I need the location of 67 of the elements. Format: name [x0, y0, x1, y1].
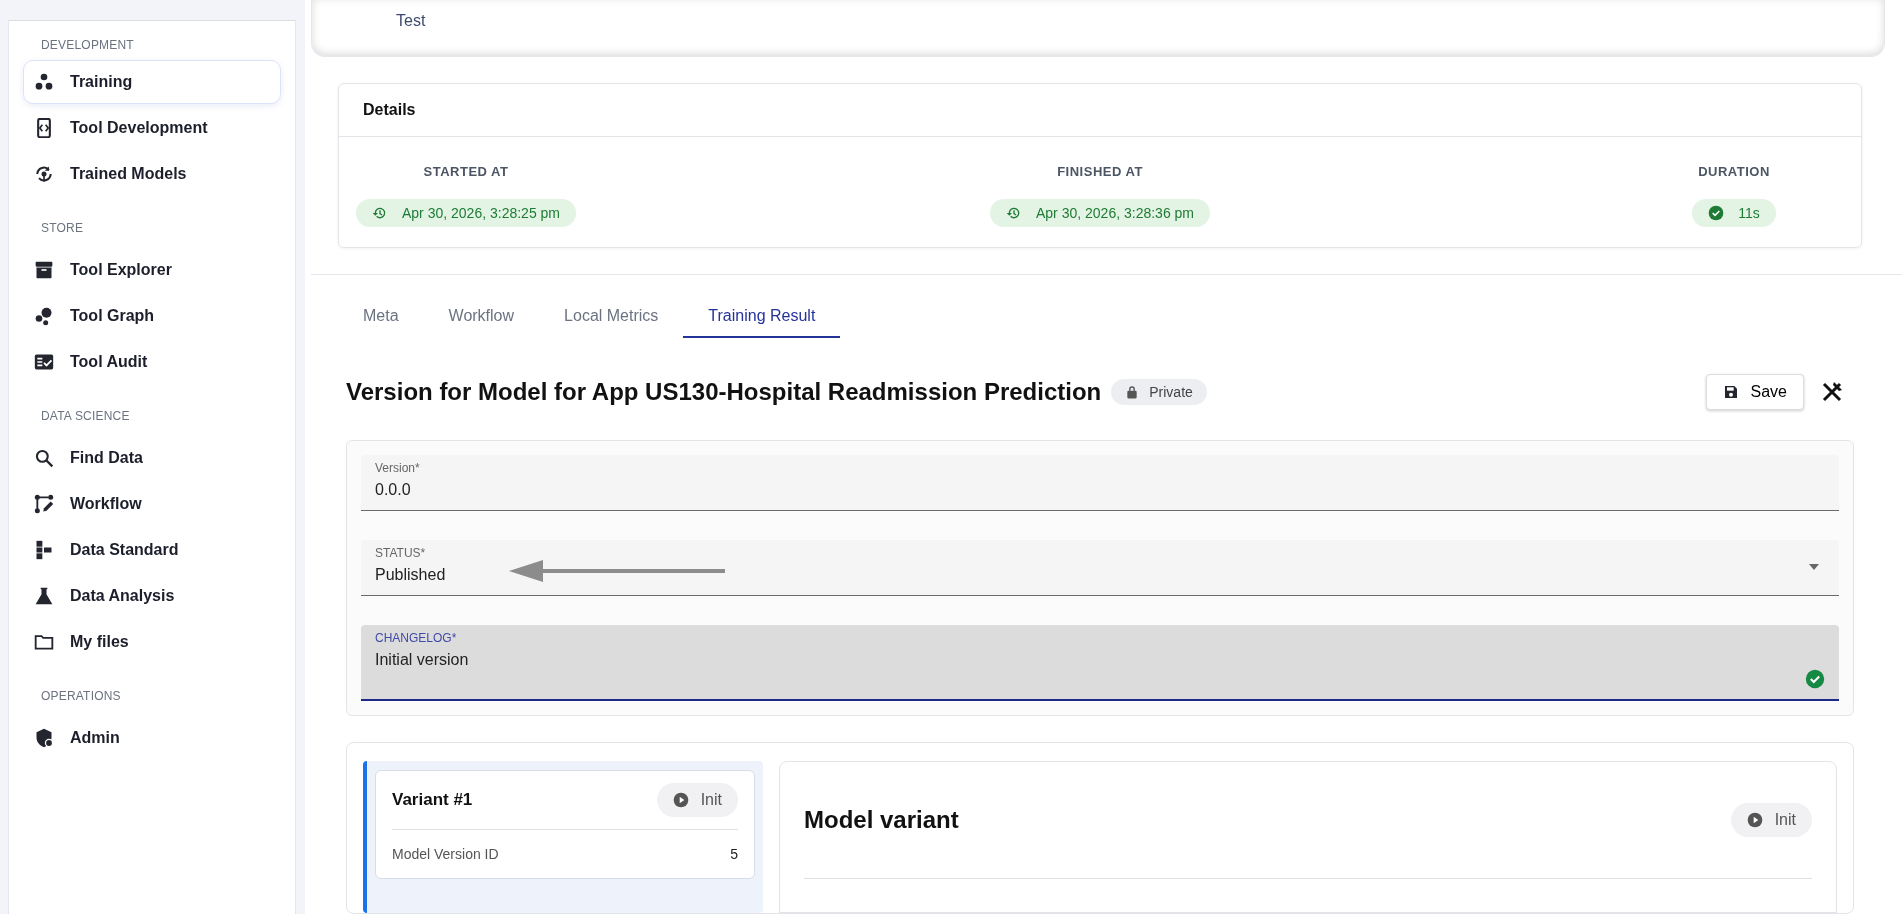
play-circle-icon — [672, 792, 689, 808]
sidebar-section-title: DEVELOPMENT — [40, 37, 135, 54]
chip-text: Apr 30, 2026, 3:28:25 pm — [402, 205, 560, 221]
tools-icon[interactable] — [1820, 380, 1844, 404]
save-button[interactable]: Save — [1705, 374, 1804, 410]
visibility-text: Private — [1149, 384, 1193, 400]
status-text: Init — [1774, 811, 1796, 829]
checklist-icon — [34, 352, 54, 372]
tab[interactable]: Training Result — [683, 299, 841, 338]
folder-icon — [34, 632, 54, 652]
variant-card[interactable]: Variant #1 Init Model Version ID 5 — [375, 770, 755, 879]
lock-icon — [1125, 385, 1140, 399]
version-title: Version for Model for App US130-Hospital Readmission Prediction — [346, 378, 1102, 406]
cycle-icon — [34, 164, 54, 184]
sidebar-item[interactable]: Trained Models — [23, 152, 281, 196]
chip-text: 11s — [1738, 205, 1760, 221]
row-value: 5 — [730, 846, 738, 862]
dots-icon — [34, 72, 54, 92]
field-value: 0.0.0 — [375, 481, 411, 499]
details-title: Details — [339, 84, 1861, 137]
input-field[interactable]: Version* 0.0.0 — [361, 455, 1839, 511]
column-heading: STARTED AT — [423, 164, 509, 179]
sidebar-item[interactable]: Find Data — [23, 436, 281, 480]
sidebar-item[interactable]: Tool Explorer — [23, 248, 281, 292]
header-subtitle: Test — [396, 12, 426, 29]
tab[interactable]: Local Metrics — [539, 299, 684, 338]
sidebar-section-title: OPERATIONS — [40, 688, 122, 705]
column-heading: DURATION — [1698, 164, 1770, 179]
field-value: Initial version — [375, 651, 469, 669]
sidebar-item[interactable]: Data Analysis — [23, 574, 281, 618]
sidebar-section-title: DATA SCIENCE — [40, 408, 131, 425]
field-label: Version* — [375, 461, 421, 475]
history-icon — [1006, 205, 1022, 221]
panel-title: Model variant — [804, 806, 959, 834]
status-text: Init — [700, 791, 722, 809]
tab[interactable]: Workflow — [423, 299, 540, 338]
field-value: Published — [375, 566, 446, 584]
bubbles-icon — [34, 306, 54, 326]
sidebar-item[interactable]: Training — [23, 60, 281, 104]
dropdown-caret-icon — [1809, 564, 1819, 570]
tab[interactable]: Meta — [338, 299, 424, 338]
input-field[interactable]: CHANGELOG* Initial version — [361, 625, 1839, 701]
sidebar-item[interactable]: Data Standard — [23, 528, 281, 572]
play-circle-icon — [1746, 812, 1763, 828]
sidebar-item[interactable]: Admin — [23, 716, 281, 760]
input-field[interactable]: STATUS* Published — [361, 540, 1839, 596]
column-heading: FINISHED AT — [1057, 164, 1143, 179]
sidebar-section-title: STORE — [40, 220, 85, 237]
sidebar-item[interactable]: Tool Audit — [23, 340, 281, 384]
check-circle-icon — [1708, 205, 1725, 221]
code-icon — [34, 118, 54, 138]
history-icon — [372, 205, 388, 221]
search-icon — [34, 448, 54, 468]
archive-icon — [34, 260, 54, 280]
sidebar-item[interactable]: My files — [23, 620, 281, 664]
field-label: CHANGELOG* — [375, 631, 458, 645]
flask-icon — [34, 586, 54, 606]
sidebar-item[interactable]: Tool Development — [23, 106, 281, 150]
row-label: Model Version ID — [392, 846, 499, 862]
sidebar-item[interactable]: Workflow — [23, 482, 281, 526]
workflow-icon — [34, 494, 54, 514]
chip-text: Apr 30, 2026, 3:28:36 pm — [1036, 205, 1194, 221]
sidebar-item[interactable]: Tool Graph — [23, 294, 281, 338]
shield-icon — [34, 728, 54, 748]
hierarchy-icon — [34, 540, 54, 560]
variant-title: Variant #1 — [392, 790, 473, 810]
field-label: STATUS* — [375, 546, 427, 560]
